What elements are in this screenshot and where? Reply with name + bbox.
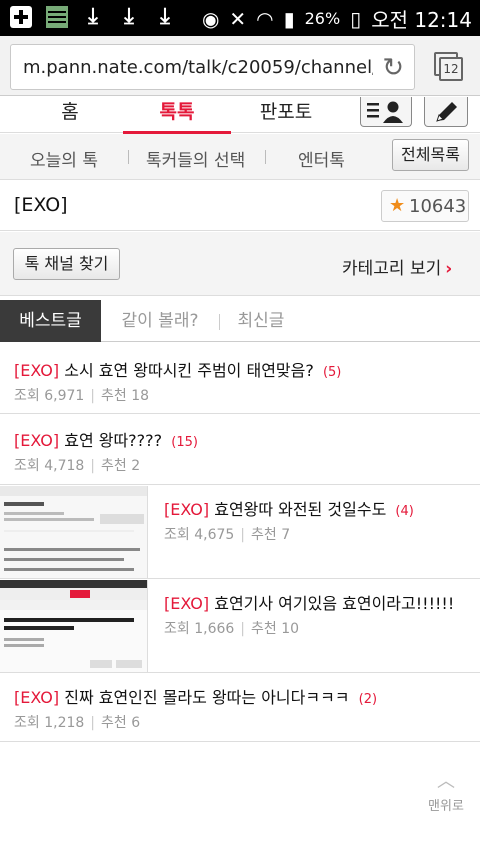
reload-icon[interactable]: ↻ bbox=[382, 55, 404, 81]
post-title-text: 진짜 효연인진 몰라도 왕따는 아니다ㅋㅋㅋ bbox=[64, 688, 350, 707]
my-page-button[interactable] bbox=[360, 97, 412, 127]
list-item[interactable]: [EXO] 진짜 효연인진 몰라도 왕따는 아니다ㅋㅋㅋ (2) 조회 1,21… bbox=[0, 674, 480, 742]
clock: 오전 12:14 bbox=[371, 8, 472, 32]
comment-count: (2) bbox=[358, 692, 378, 707]
pencil-icon bbox=[436, 102, 457, 122]
view-count: 조회 4,718 bbox=[14, 458, 85, 474]
view-count: 조회 4,675 bbox=[164, 527, 235, 543]
post-title[interactable]: [EXO] 진짜 효연인진 몰라도 왕따는 아니다ㅋㅋㅋ (2) bbox=[14, 684, 377, 708]
wifi-icon: ◠ bbox=[256, 6, 274, 31]
eye-icon: ◉ bbox=[201, 6, 220, 31]
post-tag: [EXO] bbox=[14, 361, 60, 380]
tabs-button[interactable]: 12 bbox=[434, 52, 464, 82]
channel-title: [EXO] bbox=[14, 194, 68, 216]
tab-count: 12 bbox=[439, 57, 463, 81]
post-meta: 조회 4,718 | 추천 2 bbox=[14, 458, 141, 474]
comment-count: (4) bbox=[395, 504, 414, 519]
channel-header: [EXO] ★ 10643 bbox=[0, 181, 480, 231]
add-notification-icon bbox=[10, 6, 32, 28]
battery-icon: ▯ bbox=[350, 6, 362, 31]
post-meta: 조회 6,971 | 추천 18 bbox=[14, 388, 150, 404]
tab-panphoto[interactable]: 판포토 bbox=[248, 97, 324, 133]
subnav-enter-talk[interactable]: 엔터톡 bbox=[298, 146, 345, 171]
back-to-top-label: 맨위로 bbox=[428, 799, 464, 814]
post-tag: [EXO] bbox=[164, 594, 210, 613]
tab-latest[interactable]: 최신글 bbox=[226, 300, 296, 342]
signal-icon: ▮ bbox=[283, 6, 295, 31]
download-icon: ⤓ bbox=[124, 4, 134, 29]
sub-nav: 오늘의 톡 톡커들의 선택 엔터톡 전체목록 bbox=[0, 134, 480, 180]
view-count: 조회 1,218 bbox=[14, 715, 85, 731]
write-button[interactable] bbox=[424, 97, 468, 127]
list-tabs: 베스트글 같이 볼래? 최신글 bbox=[0, 300, 480, 342]
browser-url-bar: m.pann.nate.com/talk/c20059/channel/216&… bbox=[0, 36, 480, 96]
divider bbox=[128, 150, 129, 164]
favorite-count: 10643 bbox=[409, 196, 467, 217]
url-field[interactable]: m.pann.nate.com/talk/c20059/channel/216&… bbox=[10, 44, 415, 90]
back-to-top-button[interactable]: ︿ 맨위로 bbox=[418, 773, 474, 817]
post-title[interactable]: [EXO] 효연왕따 와전된 것일수도 (4) bbox=[164, 496, 414, 520]
post-title-text: 효연왕따 와전된 것일수도 bbox=[214, 500, 387, 519]
list-notification-icon bbox=[46, 6, 68, 28]
post-title[interactable]: [EXO] 소시 효연 왕따시킨 주범이 태연맞음? (5) bbox=[14, 357, 341, 381]
screenshot-thumbnail-image bbox=[0, 486, 147, 578]
post-title-text: 효연기사 여기있음 효연이라고!!!!!! bbox=[214, 594, 455, 613]
recommend-count: 추천 18 bbox=[101, 388, 150, 404]
post-meta: 조회 1,218 | 추천 6 bbox=[14, 715, 141, 731]
post-tag: [EXO] bbox=[14, 688, 60, 707]
tab-best[interactable]: 베스트글 bbox=[0, 300, 101, 342]
recommend-count: 추천 7 bbox=[251, 527, 291, 543]
divider bbox=[265, 150, 266, 164]
user-list-icon bbox=[367, 101, 403, 123]
chevron-right-icon: › bbox=[445, 259, 453, 279]
post-tag: [EXO] bbox=[164, 500, 210, 519]
all-list-button[interactable]: 전체목록 bbox=[392, 139, 469, 171]
chevron-up-icon: ︿ bbox=[437, 771, 455, 792]
post-title[interactable]: [EXO] 효연기사 여기있음 효연이라고!!!!!! bbox=[164, 590, 454, 614]
url-text[interactable]: m.pann.nate.com/talk/c20059/channel/216&… bbox=[23, 57, 373, 78]
main-nav: 홈 톡톡 판포토 bbox=[0, 97, 480, 134]
list-item[interactable]: [EXO] 소시 효연 왕따시킨 주범이 태연맞음? (5) 조회 6,971 |… bbox=[0, 343, 480, 414]
comment-count: (5) bbox=[322, 365, 342, 380]
tab-home[interactable]: 홈 bbox=[40, 97, 100, 133]
divider bbox=[219, 314, 220, 330]
download-icon: ⤓ bbox=[160, 4, 170, 29]
recommend-count: 추천 2 bbox=[101, 458, 141, 474]
post-meta: 조회 4,675 | 추천 7 bbox=[164, 527, 291, 543]
recommend-count: 추천 6 bbox=[101, 715, 141, 731]
category-view-label: 카테고리 보기 bbox=[342, 259, 442, 279]
subnav-today-talk[interactable]: 오늘의 톡 bbox=[30, 146, 98, 171]
favorite-button[interactable]: ★ 10643 bbox=[381, 190, 469, 222]
list-item[interactable]: [EXO] 효연왕따 와전된 것일수도 (4) 조회 4,675 | 추천 7 bbox=[0, 486, 480, 579]
post-title-text: 효연 왕따???? bbox=[64, 431, 163, 450]
subnav-talkers-choice[interactable]: 톡커들의 선택 bbox=[146, 146, 245, 171]
category-view-link[interactable]: 카테고리 보기 › bbox=[342, 254, 452, 279]
post-meta: 조회 1,666 | 추천 10 bbox=[164, 621, 300, 637]
recommend-count: 추천 10 bbox=[251, 621, 300, 637]
list-item[interactable]: [EXO] 효연 왕따???? (15) 조회 4,718 | 추천 2 bbox=[0, 415, 480, 485]
tab-toktok[interactable]: 톡톡 bbox=[123, 97, 231, 134]
post-title-text: 소시 효연 왕따시킨 주범이 태연맞음? bbox=[64, 361, 314, 380]
mute-icon: ✕ bbox=[229, 6, 247, 31]
download-icon: ⤓ bbox=[88, 4, 98, 29]
view-count: 조회 6,971 bbox=[14, 388, 85, 404]
view-count: 조회 1,666 bbox=[164, 621, 235, 637]
comment-count: (15) bbox=[171, 435, 198, 450]
post-tag: [EXO] bbox=[14, 431, 60, 450]
find-channel-button[interactable]: 톡 채널 찾기 bbox=[13, 248, 120, 280]
list-item[interactable]: [EXO] 효연기사 여기있음 효연이라고!!!!!! 조회 1,666 | 추천 … bbox=[0, 580, 480, 673]
star-icon: ★ bbox=[389, 195, 406, 216]
post-thumbnail[interactable] bbox=[0, 486, 148, 578]
post-title[interactable]: [EXO] 효연 왕따???? (15) bbox=[14, 427, 198, 451]
post-thumbnail[interactable] bbox=[0, 580, 148, 672]
news-thumbnail-image bbox=[0, 580, 147, 672]
tab-watch-together[interactable]: 같이 볼래? bbox=[108, 300, 212, 342]
status-bar: ⤓ ⤓ ⤓ ◉ ✕ ◠ ▮ 26% ▯ 오전 12:14 bbox=[0, 0, 480, 36]
battery-percent: 26% bbox=[304, 9, 341, 28]
channel-finder-row: 톡 채널 찾기 카테고리 보기 › bbox=[0, 232, 480, 296]
